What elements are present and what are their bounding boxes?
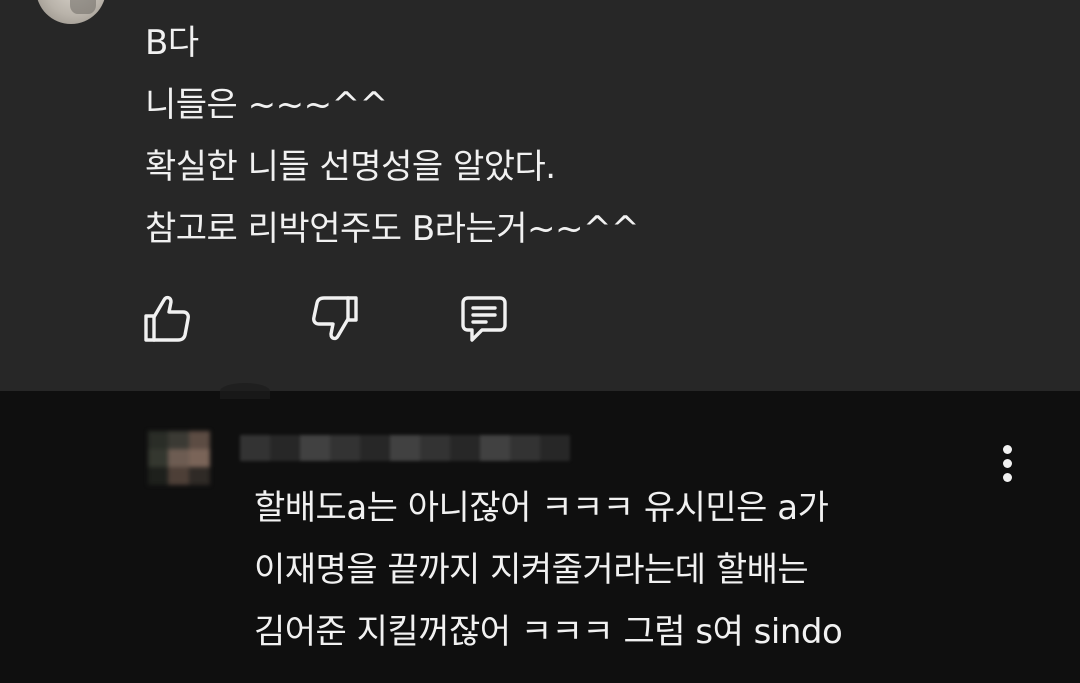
thumbs-down-icon: [312, 296, 358, 341]
reply-button[interactable]: [458, 290, 518, 350]
thumbs-up-icon: [144, 295, 190, 342]
reply-line: 이재명을 끝까지 지켜줄거라는데 할배는: [254, 550, 809, 590]
reply-comment: 할배도a는 아니잖어 ㅋㅋㅋ 유시민은 a가 이재명을 끝까지 지켜줄거라는데 …: [0, 383, 1080, 683]
reply-line: 김어준 지킬꺼잖어 ㅋㅋㅋ 그럼 s여 sindo: [254, 612, 843, 652]
username-redacted[interactable]: [240, 435, 570, 461]
comment-line: B다: [145, 23, 199, 63]
like-button[interactable]: [140, 290, 200, 350]
reply-comment-icon: [461, 296, 507, 342]
comment-card: B다 니들은 ~~~^^ 확실한 니들 선명성을 알았다. 참고로 리박언주도 …: [0, 0, 1080, 391]
comment-line: 확실한 니들 선명성을 알았다.: [145, 147, 556, 187]
avatar[interactable]: [148, 431, 210, 485]
divider-shadow: [220, 383, 270, 399]
comment-line: 니들은 ~~~^^: [145, 85, 388, 125]
reply-line: 할배도a는 아니잖어 ㅋㅋㅋ 유시민은 a가: [254, 488, 829, 528]
more-vertical-icon[interactable]: [998, 0, 1018, 12]
more-vertical-icon[interactable]: [996, 445, 1020, 489]
dislike-button[interactable]: [310, 290, 370, 350]
comment-text: B다 니들은 ~~~^^ 확실한 니들 선명성을 알았다. 참고로 리박언주도 …: [145, 12, 639, 260]
comment-line: 참고로 리박언주도 B라는거~~^^: [145, 209, 639, 249]
avatar[interactable]: [36, 0, 106, 24]
reply-text: 할배도a는 아니잖어 ㅋㅋㅋ 유시민은 a가 이재명을 끝까지 지켜줄거라는데 …: [254, 477, 843, 663]
